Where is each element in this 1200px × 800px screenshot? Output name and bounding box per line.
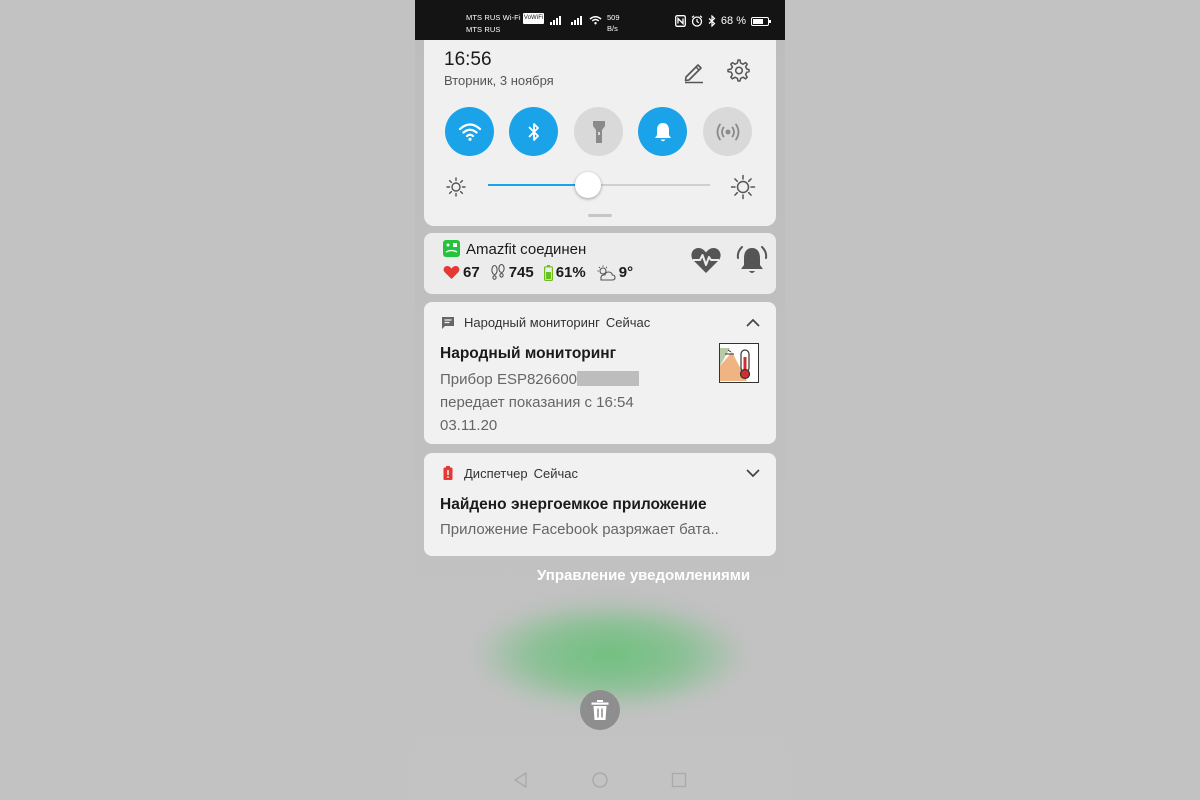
navigation-bar [415, 760, 785, 800]
status-icons: 68 % [674, 15, 771, 27]
battery-value: 61% [555, 264, 586, 281]
notification-app-name: Диспетчер [464, 466, 528, 481]
wifi-icon [589, 16, 602, 25]
recents-icon[interactable] [669, 770, 689, 790]
net-speed-unit: B/s [607, 24, 618, 33]
chevron-up-icon[interactable] [745, 315, 761, 331]
sound-tile[interactable] [638, 107, 687, 156]
net-speed: 509 B/s [607, 12, 620, 34]
settings-gear-icon[interactable] [725, 57, 751, 83]
notification-body-line: передает показания с 16:54 [440, 394, 634, 411]
battery-alert-icon [443, 466, 453, 480]
battery-icon [543, 264, 553, 281]
flashlight-tile[interactable] [574, 107, 623, 156]
trash-icon [591, 700, 609, 720]
message-icon [442, 317, 454, 329]
clear-all-button[interactable] [580, 690, 620, 730]
amazfit-notification[interactable]: Amazfit соединен 67 745 61% 9° [424, 233, 776, 294]
brightness-thumb[interactable] [574, 172, 601, 198]
heart-rate-value: 67 [463, 264, 480, 281]
battery-icon [751, 16, 771, 26]
bluetooth-icon [527, 122, 539, 141]
status-bar: MTS RUS Wi-Fi VoWiFi MTS RUS 509 B/s 68 … [415, 0, 785, 40]
quick-settings-panel: 16:56 Вторник, 3 ноября [424, 40, 776, 226]
cloud-sun-icon [597, 265, 616, 281]
thermometer-thumbnail [719, 343, 759, 383]
notification-card[interactable]: Народный мониторинг Сейчас Народный монит… [424, 302, 776, 444]
clock-date: Вторник, 3 ноября [444, 73, 554, 88]
battery-stat: 61% [543, 264, 586, 281]
brightness-fill [488, 184, 588, 186]
notification-card[interactable]: Диспетчер Сейчас Найдено энергоемкое прил… [424, 453, 776, 556]
carrier-info: MTS RUS Wi-Fi VoWiFi MTS RUS [466, 12, 545, 35]
amazfit-app-icon [443, 240, 460, 257]
amazfit-title: Amazfit соединен [466, 241, 587, 258]
battery-percent: 68 % [720, 15, 746, 27]
alarm-bell-icon[interactable] [734, 242, 770, 278]
amazfit-stats: 67 745 61% 9° [443, 264, 643, 281]
signal-icon [571, 16, 582, 25]
nfc-icon [674, 15, 686, 27]
hotspot-tile[interactable] [703, 107, 752, 156]
brightness-high-icon [730, 174, 756, 200]
panel-drag-handle[interactable] [588, 214, 612, 217]
weather-stat: 9° [596, 264, 633, 281]
brightness-low-icon [446, 177, 466, 197]
back-icon[interactable] [511, 770, 531, 790]
phone-screen: MTS RUS Wi-Fi VoWiFi MTS RUS 509 B/s 68 … [415, 0, 785, 800]
steps-value: 745 [508, 264, 534, 281]
notification-body: Прибор ESP826600 передает показания с 16… [440, 368, 640, 437]
footsteps-icon [491, 264, 505, 280]
chevron-down-icon[interactable] [745, 465, 761, 481]
notification-body: Приложение Facebook разряжает бата.. [440, 521, 719, 538]
notification-app-row: Диспетчер Сейчас [464, 466, 578, 481]
notification-title: Народный мониторинг [440, 345, 617, 362]
edit-icon[interactable] [681, 58, 707, 84]
amazfit-logo-icon [445, 243, 458, 253]
clock-time: 16:56 [444, 49, 492, 70]
hotspot-icon [716, 123, 739, 140]
wifi-tile[interactable] [445, 107, 494, 156]
flashlight-icon [592, 120, 605, 143]
notification-body-line: 03.11.20 [440, 417, 498, 434]
notification-app-name: Народный мониторинг [464, 315, 600, 330]
notification-app-row: Народный мониторинг Сейчас [464, 315, 650, 330]
notification-body-line: Прибор ESP826600 [440, 371, 578, 388]
notification-time: Сейчас [605, 315, 651, 330]
steps-stat: 745 [490, 264, 534, 281]
notification-time: Сейчас [533, 466, 578, 481]
carrier-secondary: MTS RUS [466, 25, 501, 34]
redaction-block [577, 371, 640, 386]
bluetooth-icon [708, 15, 716, 27]
heart-icon [443, 266, 460, 279]
notification-title: Найдено энергоемкое приложение [440, 496, 707, 513]
home-icon[interactable] [590, 770, 610, 790]
thermometer-image-icon [720, 348, 751, 381]
alarm-icon [691, 15, 703, 27]
bluetooth-tile[interactable] [509, 107, 558, 156]
heart-monitor-icon[interactable] [689, 243, 723, 277]
volte-badge: VoWiFi [522, 13, 545, 24]
bell-icon [654, 122, 671, 141]
weather-value: 9° [618, 264, 634, 281]
net-speed-value: 509 [607, 13, 620, 22]
wifi-icon [458, 122, 481, 141]
signal-icon [550, 16, 561, 25]
heart-rate-stat: 67 [443, 264, 480, 281]
carrier-primary: MTS RUS Wi-Fi [466, 13, 521, 22]
manage-notifications-link[interactable]: Управление уведомлениями [537, 567, 750, 584]
